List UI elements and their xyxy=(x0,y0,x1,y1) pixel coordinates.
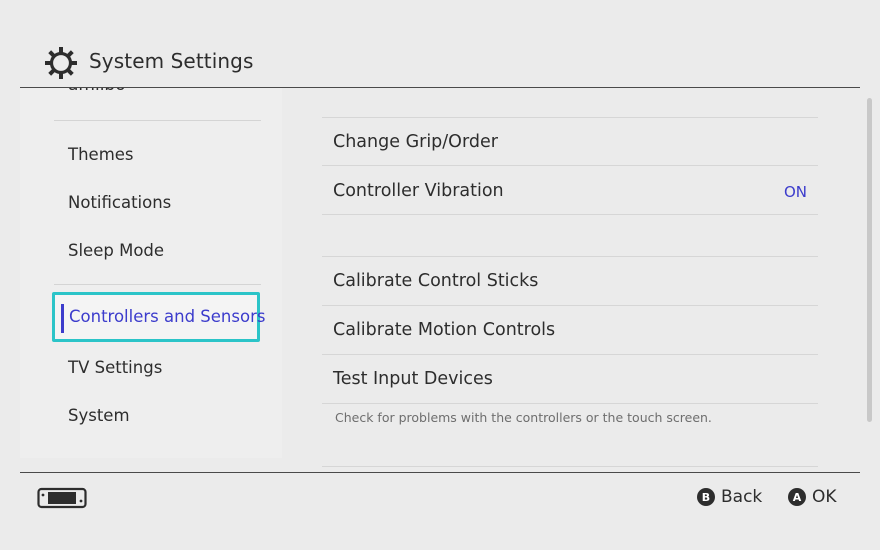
option-description: Check for problems with the controllers … xyxy=(335,410,712,425)
row-divider xyxy=(322,165,818,166)
calibrate-control-sticks-option[interactable]: Calibrate Control Sticks xyxy=(333,271,538,291)
row-divider xyxy=(322,305,818,306)
b-button-icon: B xyxy=(697,488,715,506)
row-divider xyxy=(322,466,818,467)
sidebar-item-themes[interactable]: Themes xyxy=(68,145,134,164)
row-divider xyxy=(322,403,818,404)
change-grip-order-option[interactable]: Change Grip/Order xyxy=(333,132,498,152)
ok-button[interactable]: A OK xyxy=(788,487,837,507)
selection-indicator xyxy=(61,304,64,333)
sidebar-item-controllers-and-sensors[interactable]: Controllers and Sensors xyxy=(52,292,265,342)
controller-vibration-option[interactable]: Controller Vibration xyxy=(333,181,504,201)
back-button[interactable]: B Back xyxy=(697,487,762,507)
a-button-icon: A xyxy=(788,488,806,506)
controller-vibration-value: ON xyxy=(783,183,807,201)
row-divider xyxy=(322,117,818,118)
sidebar-item-label: Controllers and Sensors xyxy=(69,307,266,326)
page-title: System Settings xyxy=(89,49,254,73)
sidebar-divider xyxy=(54,120,261,121)
test-input-devices-option[interactable]: Test Input Devices xyxy=(333,369,493,389)
row-divider xyxy=(322,214,818,215)
row-divider xyxy=(322,256,818,257)
back-label: Back xyxy=(721,487,763,507)
row-divider xyxy=(322,354,818,355)
sidebar: amiibo Themes Notifications Sleep Mode C… xyxy=(20,88,282,458)
sidebar-divider xyxy=(54,284,261,285)
sidebar-item-system[interactable]: System xyxy=(68,406,130,425)
footer-divider xyxy=(20,472,860,473)
gear-icon xyxy=(45,47,77,79)
scrollbar[interactable] xyxy=(867,98,872,422)
sidebar-item-sleep-mode[interactable]: Sleep Mode xyxy=(68,241,164,260)
sidebar-item-tv-settings[interactable]: TV Settings xyxy=(68,358,162,377)
sidebar-item-amiibo[interactable]: amiibo xyxy=(68,88,126,95)
settings-panel: Change Grip/Order Controller Vibration O… xyxy=(282,88,868,472)
calibrate-motion-controls-option[interactable]: Calibrate Motion Controls xyxy=(333,320,555,340)
header: System Settings xyxy=(0,0,880,88)
console-icon xyxy=(37,487,87,509)
sidebar-item-notifications[interactable]: Notifications xyxy=(68,193,171,212)
ok-label: OK xyxy=(812,487,837,507)
